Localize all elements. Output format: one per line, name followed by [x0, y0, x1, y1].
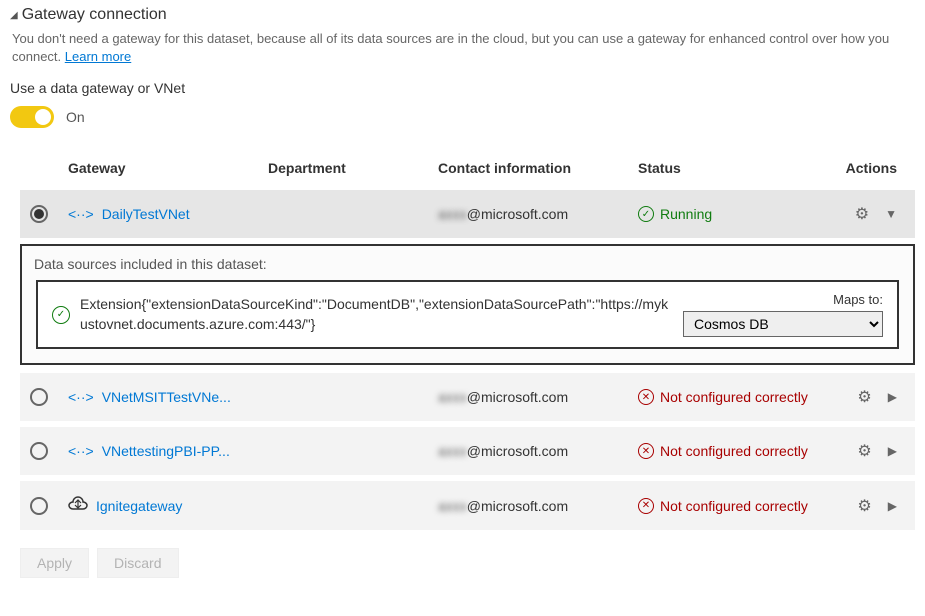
description-text: You don't need a gateway for this datase… — [12, 31, 889, 64]
contact-cell: axxx@microsoft.com — [438, 443, 638, 459]
col-header-actions: Actions — [838, 160, 915, 176]
contact-cell: axxx@microsoft.com — [438, 389, 638, 405]
contact-domain: @microsoft.com — [467, 206, 568, 222]
maps-to-select[interactable]: Cosmos DB — [683, 311, 883, 337]
contact-masked: axxx — [438, 498, 467, 514]
cloud-gateway-icon — [68, 495, 88, 516]
chevron-right-icon[interactable]: ▶ — [888, 390, 897, 404]
contact-masked: axxx — [438, 443, 467, 459]
page-title: Gateway connection — [22, 6, 167, 24]
status-text: Running — [660, 206, 712, 222]
radio-select[interactable] — [30, 497, 48, 515]
gateway-name[interactable]: DailyTestVNet — [102, 206, 190, 222]
gateway-toggle[interactable] — [10, 106, 54, 128]
chevron-right-icon[interactable]: ▶ — [888, 444, 897, 458]
gear-icon[interactable]: ⚙ — [857, 387, 871, 407]
radio-select[interactable] — [30, 205, 48, 223]
contact-masked: axxx — [438, 389, 467, 405]
contact-domain: @microsoft.com — [467, 443, 568, 459]
gear-icon[interactable]: ⚙ — [857, 441, 871, 461]
maps-to-label: Maps to: — [833, 292, 883, 307]
status-text: Not configured correctly — [660, 443, 808, 459]
table-header-row: Gateway Department Contact information S… — [20, 150, 915, 190]
gateway-row[interactable]: <··> DailyTestVNet axxx@microsoft.com ✓ … — [20, 190, 915, 238]
radio-select[interactable] — [30, 388, 48, 406]
datasource-panel-title: Data sources included in this dataset: — [34, 256, 899, 272]
x-icon: ✕ — [638, 443, 654, 459]
datasource-box: ✓ Extension{"extensionDataSourceKind":"D… — [36, 280, 899, 349]
vnet-icon: <··> — [68, 389, 94, 405]
contact-cell: axxx@microsoft.com — [438, 498, 638, 514]
col-header-status: Status — [638, 160, 838, 176]
contact-domain: @microsoft.com — [467, 389, 568, 405]
x-icon: ✕ — [638, 498, 654, 514]
gateway-name[interactable]: VNettestingPBI-PP... — [102, 443, 230, 459]
col-header-gateway: Gateway — [68, 160, 268, 176]
learn-more-link[interactable]: Learn more — [65, 49, 131, 64]
gear-icon[interactable]: ⚙ — [855, 204, 869, 224]
gateway-row[interactable]: Ignitegateway axxx@microsoft.com ✕ Not c… — [20, 481, 915, 530]
chevron-down-icon[interactable]: ▼ — [885, 207, 897, 221]
status-running: ✓ Running — [638, 206, 838, 222]
vnet-icon: <··> — [68, 443, 94, 459]
gateway-name[interactable]: VNetMSITTestVNe... — [102, 389, 231, 405]
datasource-panel: Data sources included in this dataset: ✓… — [20, 244, 915, 365]
check-icon: ✓ — [638, 206, 654, 222]
vnet-icon: <··> — [68, 206, 94, 222]
gateway-row[interactable]: <··> VNettestingPBI-PP... axxx@microsoft… — [20, 427, 915, 475]
section-description: You don't need a gateway for this datase… — [12, 30, 915, 66]
toggle-label: Use a data gateway or VNet — [10, 80, 915, 96]
status-error: ✕ Not configured correctly — [638, 498, 838, 514]
toggle-knob — [35, 109, 51, 125]
status-error: ✕ Not configured correctly — [638, 389, 838, 405]
contact-masked: axxx — [438, 206, 467, 222]
collapse-icon: ◢ — [10, 10, 18, 21]
gear-icon[interactable]: ⚙ — [857, 496, 871, 516]
gateway-name[interactable]: Ignitegateway — [96, 498, 182, 514]
contact-domain: @microsoft.com — [467, 498, 568, 514]
col-header-department: Department — [268, 160, 438, 176]
section-header[interactable]: ◢ Gateway connection — [10, 6, 915, 24]
col-header-contact: Contact information — [438, 160, 638, 176]
toggle-state-text: On — [66, 109, 85, 125]
status-error: ✕ Not configured correctly — [638, 443, 838, 459]
x-icon: ✕ — [638, 389, 654, 405]
gateway-table: Gateway Department Contact information S… — [20, 150, 915, 578]
status-text: Not configured correctly — [660, 498, 808, 514]
chevron-right-icon[interactable]: ▶ — [888, 499, 897, 513]
status-text: Not configured correctly — [660, 389, 808, 405]
check-icon: ✓ — [52, 306, 70, 324]
contact-cell: axxx@microsoft.com — [438, 206, 638, 222]
apply-button[interactable]: Apply — [20, 548, 89, 578]
discard-button[interactable]: Discard — [97, 548, 178, 578]
datasource-text: Extension{"extensionDataSourceKind":"Doc… — [80, 295, 673, 334]
radio-select[interactable] — [30, 442, 48, 460]
gateway-row[interactable]: <··> VNetMSITTestVNe... axxx@microsoft.c… — [20, 373, 915, 421]
